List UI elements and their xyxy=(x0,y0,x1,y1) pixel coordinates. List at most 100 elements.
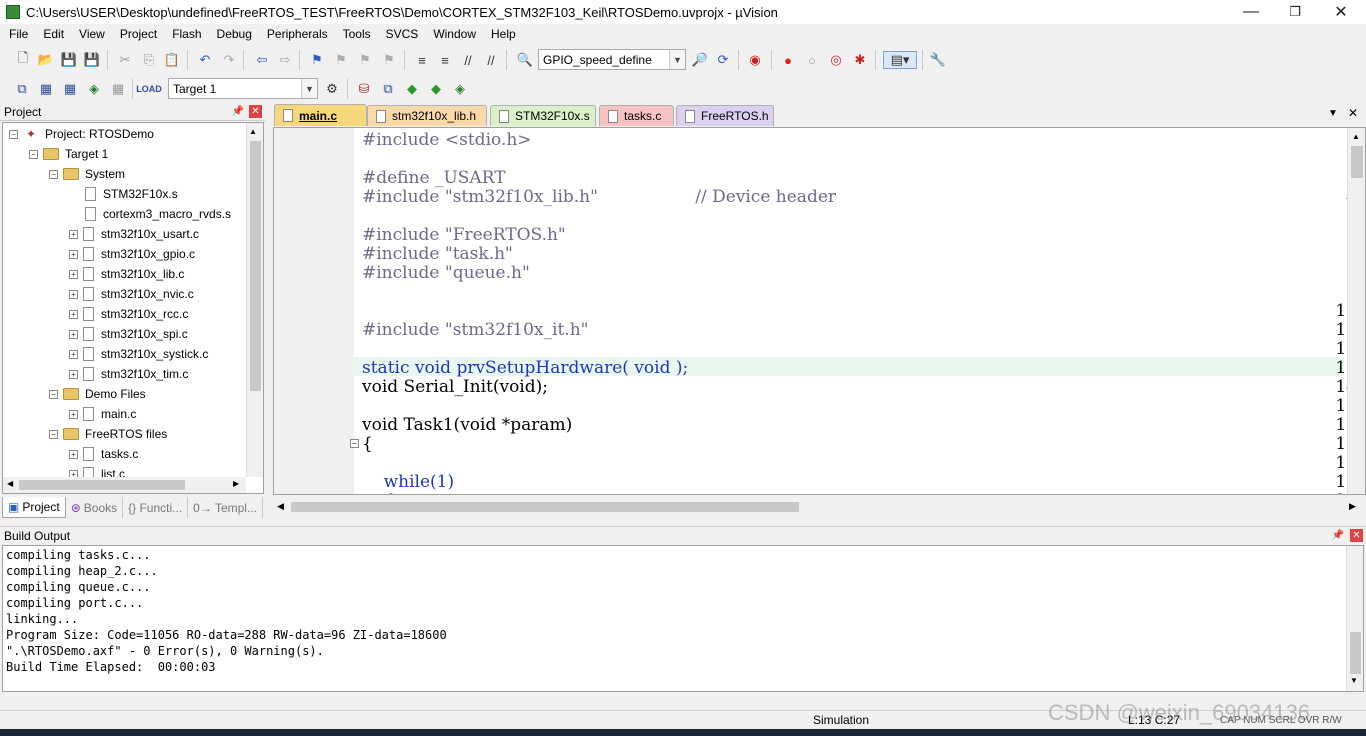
menu-debug[interactable]: Debug xyxy=(211,27,258,41)
target-options-icon[interactable]: ⚙ xyxy=(323,80,341,98)
tab-stm32f10x-s[interactable]: STM32F10x.s xyxy=(490,105,596,126)
tree-node-project[interactable]: − ✦ Project: RTOSDemo xyxy=(9,124,154,144)
expand-icon[interactable]: + xyxy=(69,249,78,259)
expand-icon[interactable]: + xyxy=(69,349,78,359)
stop-build-icon[interactable]: ▦ xyxy=(109,80,127,98)
configure-icon[interactable]: 🔧 xyxy=(929,51,947,69)
scroll-left-icon[interactable]: ◀ xyxy=(277,501,284,512)
expand-icon[interactable]: + xyxy=(69,369,78,379)
minimize-button[interactable]: — xyxy=(1228,0,1274,24)
cut-icon[interactable]: ✂ xyxy=(116,51,134,69)
tree-node-file[interactable]: + stm32f10x_spi.c xyxy=(69,324,188,344)
manage-project-items-icon[interactable]: ⧉ xyxy=(379,80,397,98)
close-window-button[interactable]: ✕ xyxy=(1318,0,1364,24)
expand-icon[interactable]: + xyxy=(69,309,78,319)
tab-functions[interactable]: {} Functi... xyxy=(123,497,189,518)
editor-vertical-scrollbar[interactable]: ▲ xyxy=(1347,128,1365,494)
collapse-icon[interactable]: − xyxy=(49,429,58,439)
find-combo[interactable]: GPIO_speed_define ▼ xyxy=(538,49,686,70)
close-panel-icon[interactable]: ✕ xyxy=(1350,529,1363,542)
pin-icon[interactable]: 📌 xyxy=(232,105,244,117)
tree-node-file[interactable]: + stm32f10x_lib.c xyxy=(69,264,184,284)
download-icon[interactable]: LOAD xyxy=(136,80,162,98)
scroll-right-icon[interactable]: ▶ xyxy=(1349,501,1356,512)
scrollbar-thumb[interactable] xyxy=(250,141,261,391)
scrollbar-thumb[interactable] xyxy=(291,502,799,512)
rebuild-icon[interactable]: ▦ xyxy=(61,80,79,98)
find-in-files-icon[interactable]: 🔍 xyxy=(516,51,534,69)
expand-icon[interactable]: + xyxy=(69,329,78,339)
menu-edit[interactable]: Edit xyxy=(37,27,70,41)
collapse-icon[interactable]: − xyxy=(49,389,58,399)
tree-node-group-system[interactable]: − System xyxy=(49,164,125,184)
collapse-icon[interactable]: − xyxy=(9,129,18,139)
tab-list-dropdown-icon[interactable]: ▼ xyxy=(1328,108,1338,119)
open-file-icon[interactable]: 📂 xyxy=(37,51,55,69)
build-output-vertical-scrollbar[interactable]: ▼ xyxy=(1346,546,1363,691)
tree-node-file[interactable]: + main.c xyxy=(69,404,136,424)
tree-horizontal-scrollbar[interactable]: ◀ ▶ xyxy=(3,477,246,493)
collapse-icon[interactable]: − xyxy=(49,169,58,179)
save-all-icon[interactable]: 💾 xyxy=(83,51,101,69)
next-bookmark-icon[interactable]: ⚑ xyxy=(356,51,374,69)
translate-icon[interactable]: ⧉ xyxy=(13,80,31,98)
scroll-down-icon[interactable]: ▼ xyxy=(1350,676,1358,685)
comment-icon[interactable]: // xyxy=(459,51,477,69)
redo-icon[interactable]: ↷ xyxy=(220,51,238,69)
expand-icon[interactable]: + xyxy=(69,289,78,299)
expand-icon[interactable]: + xyxy=(69,449,78,459)
disable-breakpoint-icon[interactable]: ○ xyxy=(803,51,821,69)
pin-icon[interactable]: 📌 xyxy=(1332,529,1344,541)
uncomment-icon[interactable]: // xyxy=(482,51,500,69)
code-editor[interactable]: 1 2 3 4 5 6 7 8 9 10 11 12 13 14 15 16 1… xyxy=(273,127,1366,495)
menu-svcs[interactable]: SVCS xyxy=(380,27,425,41)
tab-books[interactable]: ⊛ Books xyxy=(66,497,124,518)
menu-view[interactable]: View xyxy=(73,27,111,41)
manage-components-icon[interactable]: ⛁ xyxy=(355,80,373,98)
target-combo[interactable]: Target 1 ▼ xyxy=(168,78,318,99)
clear-bookmarks-icon[interactable]: ⚑ xyxy=(380,51,398,69)
tree-node-file[interactable]: STM32F10x.s xyxy=(85,184,178,204)
close-panel-icon[interactable]: ✕ xyxy=(249,105,262,118)
tree-node-file[interactable]: + tasks.c xyxy=(69,444,138,464)
tab-freertos-h[interactable]: FreeRTOS.h xyxy=(676,105,774,126)
expand-icon[interactable]: + xyxy=(69,269,78,279)
tree-node-group-freertos-files[interactable]: − FreeRTOS files xyxy=(49,424,167,444)
tab-project[interactable]: ▣ Project xyxy=(2,497,66,518)
scrollbar-thumb[interactable] xyxy=(1351,146,1363,178)
tree-node-file[interactable]: + stm32f10x_systick.c xyxy=(69,344,208,364)
scrollbar-thumb[interactable] xyxy=(19,480,185,490)
tab-templates[interactable]: 0→ Templ... xyxy=(188,497,263,518)
fold-collapse-icon[interactable]: − xyxy=(350,439,359,448)
expand-icon[interactable]: + xyxy=(69,409,78,419)
copy-icon[interactable]: ⎘ xyxy=(140,51,158,69)
window-layout-icon[interactable]: ▤▾ xyxy=(883,51,917,69)
tree-node-file[interactable]: + stm32f10x_gpio.c xyxy=(69,244,195,264)
disable-all-breakpoints-icon[interactable]: ✱ xyxy=(851,51,869,69)
bookmark-icon[interactable]: ⚑ xyxy=(308,51,326,69)
undo-icon[interactable]: ↶ xyxy=(196,51,214,69)
start-debug-icon[interactable]: ◉ xyxy=(746,51,764,69)
select-packs-icon[interactable]: ◆ xyxy=(403,80,421,98)
unindent-icon[interactable]: ≡ xyxy=(436,51,454,69)
expand-icon[interactable]: + xyxy=(69,229,78,239)
editor-horizontal-scrollbar[interactable]: ◀ ▶ xyxy=(273,498,1366,516)
tree-vertical-scrollbar[interactable]: ▲ xyxy=(246,123,263,477)
build-output-pane[interactable]: compiling tasks.c... compiling heap_2.c.… xyxy=(2,545,1364,692)
maximize-button[interactable]: ❐ xyxy=(1272,0,1318,24)
pack-installer-icon[interactable]: ◈ xyxy=(451,80,469,98)
paste-icon[interactable]: 📋 xyxy=(163,51,181,69)
tab-stm32f10x-lib-h[interactable]: stm32f10x_lib.h xyxy=(367,105,487,126)
tab-main-c[interactable]: main.c xyxy=(274,104,367,126)
tab-tasks-c[interactable]: tasks.c xyxy=(599,105,674,126)
tree-node-group-demo-files[interactable]: − Demo Files xyxy=(49,384,146,404)
save-icon[interactable]: 💾 xyxy=(60,51,78,69)
close-tab-icon[interactable]: ✕ xyxy=(1348,106,1358,120)
new-file-icon[interactable]: 🗋 xyxy=(14,50,32,69)
tree-node-file[interactable]: + stm32f10x_tim.c xyxy=(69,364,188,384)
collapse-icon[interactable]: − xyxy=(29,149,38,159)
scroll-left-icon[interactable]: ◀ xyxy=(7,479,13,488)
menu-help[interactable]: Help xyxy=(485,27,522,41)
menu-tools[interactable]: Tools xyxy=(337,27,377,41)
scroll-right-icon[interactable]: ▶ xyxy=(233,479,239,488)
